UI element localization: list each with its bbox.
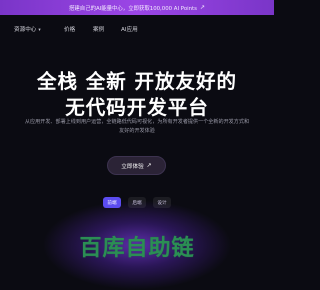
cta-label: 立即体验 xyxy=(121,163,144,170)
nav-item-ai-apps[interactable]: AI应用 xyxy=(121,25,138,33)
chevron-down-icon: ▾ xyxy=(38,28,41,33)
hero-title-line2: 无代码开发平台 xyxy=(65,96,209,119)
nav-item-resources[interactable]: 资源中心 ▾ xyxy=(14,25,41,33)
try-now-button[interactable]: 立即体验 ↗ xyxy=(107,156,166,175)
hero-subtitle: 从应用开发、部署上线到用户运营，全链路低代码可视化，为所有开发者提供一个全新的开… xyxy=(24,119,250,134)
nav-item-label: 案例 xyxy=(93,27,105,33)
promo-banner[interactable]: 搭建自己的AI能量中心，立即获取100,000 AI Points ↗ xyxy=(0,0,274,15)
arrow-up-right-icon: ↗ xyxy=(146,162,152,169)
top-nav: 资源中心 ▾ 价格 案例 AI应用 xyxy=(0,15,274,43)
tab-label: 设计 xyxy=(157,200,167,206)
promo-text: 搭建自己的AI能量中心，立即获取100,000 AI Points xyxy=(69,5,197,12)
arrow-up-right-icon: ↗ xyxy=(199,4,205,11)
nav-item-label: 资源中心 xyxy=(14,27,37,33)
nav-item-cases[interactable]: 案例 xyxy=(93,25,104,33)
tab-label: 前端 xyxy=(107,200,117,206)
tab-design[interactable]: 设计 xyxy=(153,197,171,208)
nav-item-label: 价格 xyxy=(64,27,76,33)
tab-backend[interactable]: 后端 xyxy=(128,197,146,208)
tab-frontend[interactable]: 前端 xyxy=(103,197,121,208)
watermark-text: 百库自助链 xyxy=(79,236,195,261)
nav-item-label: AI应用 xyxy=(121,27,138,33)
tab-label: 后端 xyxy=(132,200,142,206)
hero-title-line1: 全栈 全新 开放友好的 xyxy=(36,70,238,93)
nav-item-pricing[interactable]: 价格 xyxy=(64,25,75,33)
feature-tabs: 前端 后端 设计 xyxy=(0,197,274,209)
